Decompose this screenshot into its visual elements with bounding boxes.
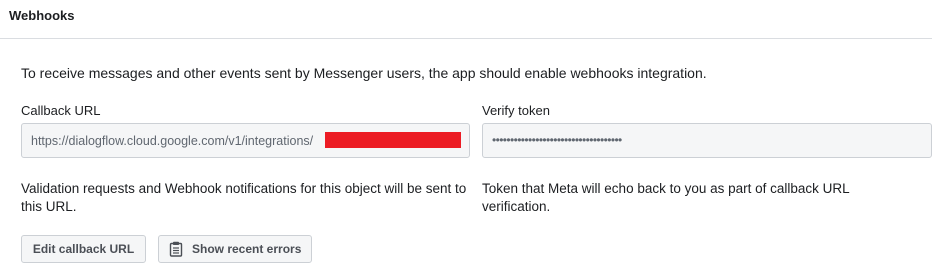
show-recent-errors-label: Show recent errors bbox=[192, 242, 302, 256]
callback-url-help: Validation requests and Webhook notifica… bbox=[21, 181, 467, 214]
clipboard-icon bbox=[169, 241, 183, 257]
show-recent-errors-button[interactable]: Show recent errors bbox=[158, 235, 312, 263]
callback-url-label: Callback URL bbox=[21, 103, 101, 118]
verify-token-field[interactable]: •••••••••••••••••••••••••••••••••••• bbox=[482, 123, 932, 158]
section-title: Webhooks bbox=[9, 8, 75, 23]
callback-url-field[interactable]: https://dialogflow.cloud.google.com/v1/i… bbox=[21, 123, 470, 158]
edit-callback-url-button[interactable]: Edit callback URL bbox=[21, 235, 146, 263]
section-header: Webhooks bbox=[0, 0, 932, 39]
verify-token-help: Token that Meta will echo back to you as… bbox=[482, 181, 850, 214]
edit-callback-url-label: Edit callback URL bbox=[32, 242, 135, 256]
callback-url-value: https://dialogflow.cloud.google.com/v1/i… bbox=[31, 134, 314, 148]
verify-token-label: Verify token bbox=[482, 103, 550, 118]
verify-token-value: •••••••••••••••••••••••••••••••••••• bbox=[492, 133, 622, 147]
intro-text: To receive messages and other events sen… bbox=[21, 65, 707, 81]
redaction-bar bbox=[325, 132, 461, 148]
